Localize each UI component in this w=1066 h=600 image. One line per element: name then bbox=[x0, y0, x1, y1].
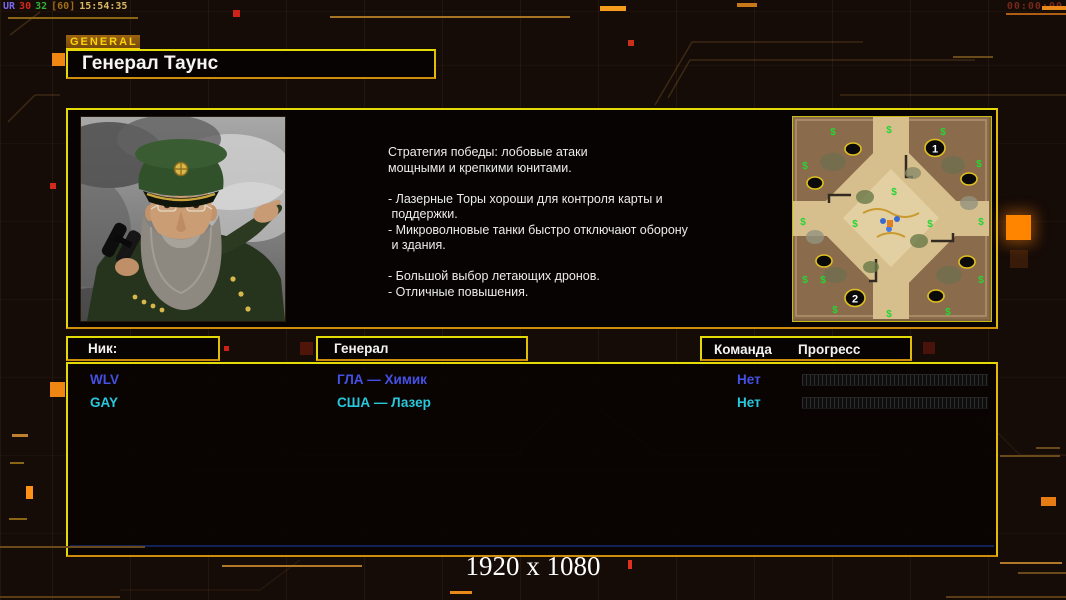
player-list-panel: WLV ГЛА — Химик Нет GAY США — Лазер Нет bbox=[66, 362, 998, 557]
money-pile-icon: $ bbox=[802, 275, 808, 286]
team-column-label: Команда bbox=[714, 342, 772, 357]
player-rows: WLV ГЛА — Химик Нет GAY США — Лазер Нет bbox=[68, 369, 996, 415]
nick-column-label: Ник: bbox=[88, 341, 118, 356]
circuit-decor bbox=[50, 382, 65, 397]
circuit-decor bbox=[1006, 13, 1066, 15]
debug-segment: [60] bbox=[51, 1, 76, 12]
map-start-marker-1: 1 bbox=[932, 144, 938, 156]
player-team: Нет bbox=[737, 395, 761, 410]
tab-general[interactable]: GENERAL bbox=[66, 35, 140, 49]
player-team: Нет bbox=[737, 372, 761, 387]
circuit-decor bbox=[1041, 497, 1056, 506]
money-pile-icon: $ bbox=[891, 187, 897, 198]
money-pile-icon: $ bbox=[800, 217, 806, 228]
circuit-decor bbox=[300, 342, 313, 355]
circuit-decor bbox=[26, 486, 33, 499]
debug-segment: 32 bbox=[35, 1, 48, 12]
circuit-decor bbox=[9, 518, 27, 520]
map-preview-image: $ $ $ $ $ $ $ $ $ $ $ $ $ $ $ $ 1 2 bbox=[793, 117, 989, 320]
money-pile-icon: $ bbox=[945, 307, 951, 318]
general-title-box: Генерал Таунс bbox=[66, 49, 436, 79]
circuit-decor bbox=[628, 560, 632, 569]
circuit-decor bbox=[1000, 562, 1062, 564]
circuit-decor bbox=[1010, 250, 1028, 268]
player-general: ГЛА — Химик bbox=[337, 372, 427, 387]
circuit-decor bbox=[330, 16, 570, 18]
circuit-decor bbox=[12, 434, 28, 437]
circuit-decor bbox=[0, 546, 145, 548]
debug-status-text: UR 30 32 [60] 15:54:35 bbox=[3, 1, 131, 12]
player-nick: GAY bbox=[90, 395, 119, 410]
debug-segment: UR bbox=[3, 1, 16, 12]
money-pile-icon: $ bbox=[852, 219, 858, 230]
player-nick: WLV bbox=[90, 372, 119, 387]
circuit-decor bbox=[1000, 455, 1060, 457]
circuit-decor bbox=[628, 40, 634, 46]
circuit-decor bbox=[50, 183, 56, 189]
general-portrait-image bbox=[21, 115, 296, 345]
circuit-decor bbox=[946, 596, 1066, 598]
general-portrait bbox=[21, 115, 296, 345]
money-pile-icon: $ bbox=[802, 161, 808, 172]
panel-divider-line bbox=[70, 545, 994, 547]
money-pile-icon: $ bbox=[832, 305, 838, 316]
resolution-label: 1920 x 1080 bbox=[465, 551, 601, 581]
circuit-decor bbox=[737, 3, 757, 7]
circuit-decor bbox=[224, 346, 229, 351]
debug-segment: 15:54:35 bbox=[79, 1, 128, 12]
money-pile-icon: $ bbox=[940, 127, 946, 138]
strategy-description: Стратегия победы: лобовые атаки мощными … bbox=[388, 145, 688, 299]
column-header-general: Генерал bbox=[316, 336, 528, 361]
circuit-decor bbox=[52, 53, 65, 66]
circuit-decor bbox=[1006, 215, 1031, 240]
circuit-decor bbox=[1036, 447, 1060, 449]
money-pile-icon: $ bbox=[978, 217, 984, 228]
circuit-decor bbox=[923, 342, 935, 354]
money-pile-icon: $ bbox=[820, 275, 826, 286]
circuit-decor bbox=[450, 591, 472, 594]
circuit-decor bbox=[8, 17, 138, 19]
money-pile-icon: $ bbox=[976, 159, 982, 170]
circuit-decor bbox=[222, 565, 362, 567]
circuit-decor bbox=[953, 56, 993, 58]
general-column-label: Генерал bbox=[334, 341, 389, 356]
column-header-team-progress: Команда Прогресс bbox=[700, 336, 912, 361]
circuit-decor bbox=[0, 596, 120, 598]
page-title: Генерал Таунс bbox=[82, 53, 219, 74]
player-progress-bar bbox=[802, 374, 988, 386]
circuit-decor bbox=[1042, 6, 1066, 10]
money-pile-icon: $ bbox=[886, 125, 892, 136]
map-preview: $ $ $ $ $ $ $ $ $ $ $ $ $ $ $ $ 1 2 bbox=[792, 116, 992, 322]
money-pile-icon: $ bbox=[830, 127, 836, 138]
circuit-decor bbox=[10, 462, 24, 464]
progress-column-label: Прогресс bbox=[798, 342, 861, 357]
general-info-panel: Стратегия победы: лобовые атаки мощными … bbox=[21, 108, 998, 345]
money-pile-icon: $ bbox=[978, 275, 984, 286]
money-pile-icon: $ bbox=[886, 309, 892, 319]
circuit-decor bbox=[1018, 572, 1066, 574]
player-progress-bar bbox=[802, 397, 988, 409]
money-pile-icon: $ bbox=[927, 219, 933, 230]
circuit-decor bbox=[233, 10, 240, 17]
circuit-decor bbox=[600, 6, 626, 11]
player-row: WLV ГЛА — Химик Нет bbox=[68, 369, 996, 392]
map-start-marker-2: 2 bbox=[852, 294, 858, 306]
debug-segment: 30 bbox=[19, 1, 32, 12]
player-row: GAY США — Лазер Нет bbox=[68, 392, 996, 415]
player-general: США — Лазер bbox=[337, 395, 431, 410]
column-header-nick: Ник: bbox=[66, 336, 220, 361]
